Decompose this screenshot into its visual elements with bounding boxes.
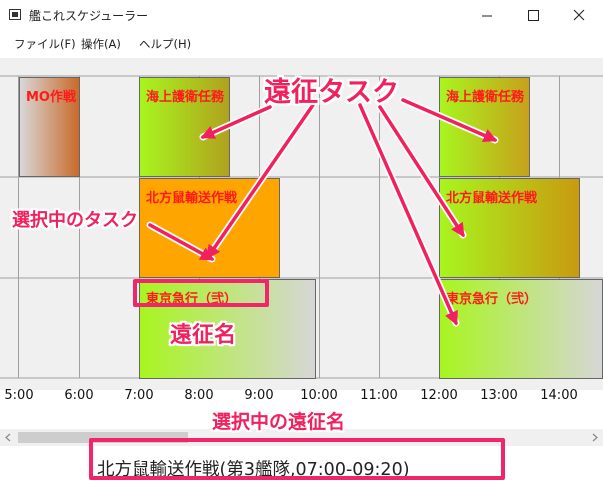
title-bar: 艦これスケジューラー [0, 0, 603, 31]
time-tick: 11:00 [360, 388, 398, 403]
menu-help[interactable]: ヘルプ(H) [139, 36, 191, 52]
annotation-expedition-task: 遠征タスク [264, 77, 399, 108]
task-label: 海上護衛任務 [446, 90, 525, 105]
window-title: 艦これスケジューラー [29, 9, 149, 23]
expedition-name-highlight [133, 279, 269, 307]
status-highlight [89, 438, 505, 480]
scroll-right-icon [592, 433, 598, 442]
task-mo-operation[interactable]: MO作戦 [19, 77, 80, 177]
time-tick: 6:00 [64, 388, 94, 403]
task-label: 北方鼠輸送作戦 [446, 191, 538, 206]
app-icon [9, 9, 21, 20]
maximize-button[interactable] [510, 0, 556, 31]
task-escort-1[interactable]: 海上護衛任務 [139, 77, 230, 177]
task-northern-transport[interactable]: 北方鼠輸送作戦 [439, 178, 580, 278]
menu-file[interactable]: ファイル(F) [14, 36, 76, 52]
time-tick: 8:00 [184, 388, 214, 403]
annotation-selected-expedition-name: 選択中の遠征名 [212, 411, 346, 433]
close-button[interactable] [556, 0, 602, 31]
time-tick: 12:00 [420, 388, 458, 403]
minimize-icon [482, 15, 492, 17]
scroll-left-icon [5, 433, 11, 442]
minimize-button[interactable] [464, 0, 510, 31]
menu-bar: ファイル(F) 操作(A) ヘルプ(H) [0, 31, 603, 55]
time-tick: 14:00 [540, 388, 578, 403]
annotation-selected-task: 選択中のタスク [12, 210, 138, 231]
time-tick: 5:00 [4, 388, 34, 403]
task-northern-transport-selected[interactable]: 北方鼠輸送作戦 [139, 178, 280, 278]
task-label: MO作戦 [26, 90, 76, 105]
task-label: 海上護衛任務 [146, 90, 225, 105]
task-tokyo-express-2[interactable]: 東京急行（弐） [439, 279, 603, 379]
task-label: 北方鼠輸送作戦 [146, 191, 238, 206]
annotation-expedition-name: 遠征名 [170, 323, 237, 348]
menu-operation[interactable]: 操作(A) [81, 36, 121, 52]
time-axis: 5:00 6:00 7:00 8:00 9:00 10:00 11:00 12:… [0, 384, 603, 408]
time-tick: 7:00 [124, 388, 154, 403]
task-escort-2[interactable]: 海上護衛任務 [439, 77, 530, 177]
time-tick: 13:00 [480, 388, 518, 403]
maximize-icon [528, 10, 539, 21]
close-icon [573, 9, 585, 21]
task-label: 東京急行（弐） [446, 292, 538, 307]
time-tick: 9:00 [244, 388, 274, 403]
time-tick: 10:00 [300, 388, 338, 403]
